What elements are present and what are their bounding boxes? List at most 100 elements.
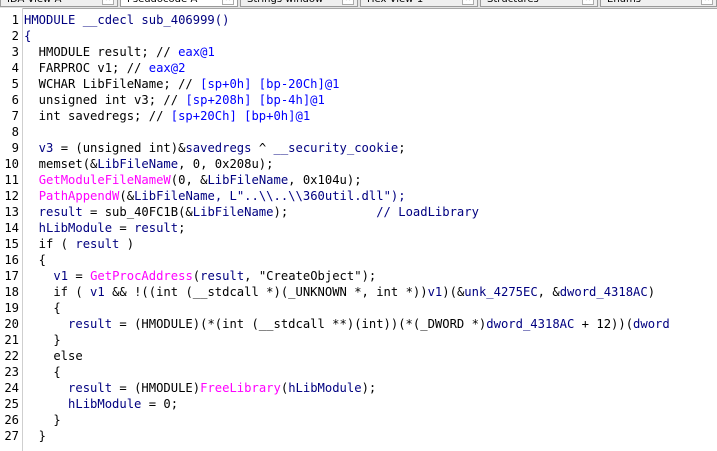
code-text: { — [24, 28, 31, 44]
code-token: ; — [178, 221, 186, 235]
code-token: ; — [398, 141, 406, 155]
tab-pseudocode-a[interactable]: Pseudocode-A ✕ — [120, 0, 238, 7]
close-icon[interactable]: ✕ — [462, 0, 474, 5]
code-token: , 0, 0x208u); — [178, 157, 274, 171]
tab-strings-window[interactable]: Strings window ✕ — [240, 0, 358, 7]
tab-hex-view-1[interactable]: Hex View-1 ✕ — [360, 0, 478, 7]
code-token: unk_4275EC — [464, 285, 538, 299]
code-text: HMODULE __cdecl sub_406999() — [24, 12, 229, 28]
code-token: __security_cookie — [273, 141, 399, 155]
code-text: } — [24, 428, 46, 444]
line-number: 23 — [4, 365, 19, 379]
line-number: 4 — [11, 61, 19, 75]
code-token: + 12))( — [574, 317, 634, 331]
code-token: dword — [633, 317, 670, 331]
code-token: memset(& — [24, 157, 98, 171]
code-text: else — [24, 348, 82, 364]
code-token: GetModuleFileNameW — [38, 173, 171, 187]
code-token: v3 — [24, 141, 54, 155]
line-number: 9 — [11, 141, 19, 155]
code-token: ); — [361, 381, 377, 395]
code-text: memset(&LibFileName, 0, 0x208u); — [24, 156, 274, 172]
code-token: dword_4318AC — [486, 317, 575, 331]
line-number: 14 — [4, 221, 19, 235]
close-icon[interactable]: ✕ — [582, 0, 594, 5]
code-token: if ( — [24, 237, 76, 251]
code-token: = sub_40FC1B(& — [82, 205, 193, 219]
code-token: = (unsigned int)& — [53, 141, 186, 155]
code-token: eax@1 — [178, 45, 215, 59]
line-number: 18 — [4, 285, 19, 299]
code-token: unsigned int v3; // — [24, 93, 186, 107]
code-text: GetModuleFileNameW(0, &LibFileName, 0x10… — [24, 172, 362, 188]
code-text: v1 = GetProcAddress(result, "CreateObjec… — [24, 268, 376, 284]
code-token: result — [75, 237, 120, 251]
code-text: { — [24, 300, 60, 316]
line-number: 15 — [4, 237, 19, 251]
code-token: = — [112, 221, 135, 235]
code-token: LibFileName — [134, 189, 215, 203]
code-token: LibFileName — [207, 173, 289, 187]
code-token: { — [24, 29, 32, 43]
line-number: 19 — [4, 301, 19, 315]
code-token: , L"..\\..\\360util.dll"); — [214, 189, 406, 203]
code-text: unsigned int v3; // [sp+208h] [bp-4h]@1 — [24, 92, 325, 108]
close-icon[interactable]: ✕ — [701, 0, 713, 5]
code-token: = 0; — [141, 397, 179, 411]
code-text: result = (HMODULE)(*(int (__stdcall **)(… — [24, 316, 670, 332]
line-number: 17 — [4, 269, 19, 283]
code-token: , & — [537, 285, 560, 299]
tab-ida-view-a[interactable]: IDA View-A ✕ — [0, 0, 118, 7]
code-text: result = sub_40FC1B(&LibFileName); // Lo… — [24, 204, 479, 220]
line-number: 27 — [4, 429, 19, 443]
tab-structures[interactable]: Structures ✕ — [480, 0, 598, 7]
tab-label: Structures — [487, 0, 539, 5]
tab-enums[interactable]: Enums ✕ — [600, 0, 717, 7]
code-token: (0, & — [170, 173, 208, 187]
code-token: FreeLibrary — [200, 381, 281, 395]
line-number: 16 — [4, 253, 19, 267]
code-token: result — [200, 269, 245, 283]
tab-label: IDA View-A — [7, 0, 61, 5]
line-number: 25 — [4, 397, 19, 411]
code-token: hLibModule — [24, 397, 142, 411]
code-token: HMODULE result; // — [24, 45, 179, 59]
code-text: if ( result ) — [24, 236, 134, 252]
code-token: FARPROC v1; // — [24, 61, 149, 75]
code-token: [sp+0h] [bp-20Ch]@1 — [200, 77, 340, 91]
code-token: savedregs — [185, 141, 252, 155]
code-token: WCHAR LibFileName; // — [24, 77, 201, 91]
line-number: 1 — [11, 13, 19, 27]
code-text: { — [24, 252, 46, 268]
close-icon[interactable]: ✕ — [342, 0, 354, 5]
line-number: 22 — [4, 349, 19, 363]
code-token: GetProcAddress — [90, 269, 193, 283]
pseudocode-view[interactable]: 1 HMODULE __cdecl sub_406999() 2 {3 HMODULE… — [0, 8, 717, 451]
code-token: result — [24, 205, 83, 219]
line-number: 8 — [11, 125, 19, 139]
code-token: ) — [119, 237, 135, 251]
tab-label: Enums — [607, 0, 641, 5]
close-icon[interactable]: ✕ — [102, 0, 114, 5]
code-token: if ( — [24, 285, 91, 299]
code-token: v1 — [90, 285, 105, 299]
code-token: { — [24, 365, 61, 379]
line-number: 5 — [11, 77, 19, 91]
code-token: LibFileName — [192, 205, 274, 219]
code-text: hLibModule = result; — [24, 220, 186, 236]
line-number: 11 — [4, 173, 19, 187]
line-number: 7 — [11, 109, 19, 123]
code-token: eax@2 — [148, 61, 186, 75]
code-token: } — [24, 413, 61, 427]
code-token: LibFileName — [97, 157, 179, 171]
code-token: = (HMODULE)(*(int (__stdcall **)(int))(*… — [112, 317, 487, 331]
line-number: 13 — [4, 205, 19, 219]
line-number: 6 — [11, 93, 19, 107]
close-icon[interactable]: ✕ — [222, 0, 234, 5]
code-token: // LoadLibrary — [376, 205, 479, 219]
code-token: )(& — [442, 285, 465, 299]
code-token: = (HMODULE) — [112, 381, 201, 395]
